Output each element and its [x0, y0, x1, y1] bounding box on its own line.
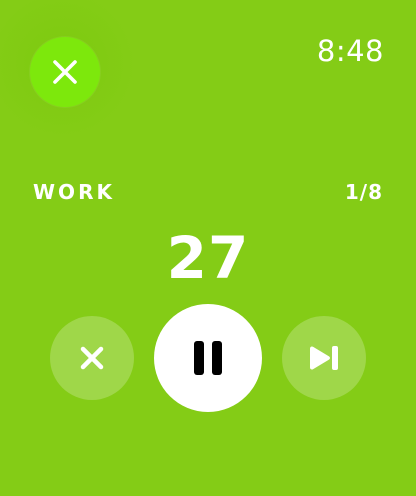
- pause-button[interactable]: [154, 304, 262, 412]
- status-clock: 8:48: [316, 34, 384, 68]
- interval-progress: 1/8: [344, 180, 383, 204]
- countdown-timer: 27: [166, 224, 250, 292]
- skip-button[interactable]: [282, 316, 366, 400]
- close-button[interactable]: [30, 37, 100, 107]
- skip-next-icon: [310, 346, 338, 370]
- cancel-button[interactable]: [50, 316, 134, 400]
- close-icon: [80, 346, 104, 370]
- close-icon: [53, 60, 77, 84]
- workout-screen: 8:48 WORK 1/8 27: [0, 0, 416, 496]
- pause-icon: [194, 341, 222, 375]
- phase-label: WORK: [33, 180, 115, 204]
